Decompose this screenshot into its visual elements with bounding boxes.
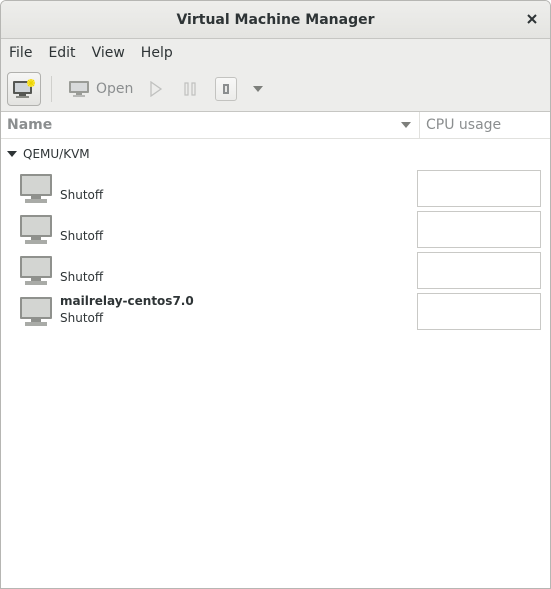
shutdown-frame: [215, 77, 238, 101]
sort-down-icon: [401, 122, 411, 128]
name-column-header[interactable]: Name: [1, 112, 420, 138]
vm-row[interactable]: mailrelay-centos7.0 Shutoff: [1, 292, 550, 333]
cpu-usage-graph: [417, 293, 541, 330]
expander-down-icon[interactable]: [7, 151, 17, 157]
shutdown-icon: [223, 84, 230, 94]
vm-monitor-icon: [20, 297, 52, 326]
menu-view[interactable]: View: [84, 45, 133, 61]
connection-row[interactable]: QEMU/KVM: [1, 139, 550, 169]
vm-monitor-icon: [20, 215, 52, 244]
vm-row[interactable]: Shutoff: [1, 169, 550, 210]
run-button[interactable]: [139, 73, 173, 105]
cpu-usage-graph: [417, 170, 541, 207]
new-vm-button[interactable]: [7, 72, 41, 106]
play-icon: [150, 81, 163, 97]
vm-status: Shutoff: [60, 311, 104, 325]
vm-name: mailrelay-centos7.0: [60, 294, 194, 308]
open-label: Open: [96, 81, 134, 97]
toolbar: Open: [1, 67, 550, 112]
chevron-down-icon: [253, 86, 264, 92]
menu-help[interactable]: Help: [133, 45, 181, 61]
cpu-column-label: CPU usage: [426, 117, 502, 133]
vm-list: QEMU/KVM Shutoff Shutoff Shutoff mailrel…: [1, 139, 550, 333]
menu-bar: File Edit View Help: [1, 39, 550, 67]
vm-status: Shutoff: [60, 270, 104, 284]
cpu-column-header[interactable]: CPU usage: [420, 112, 550, 138]
menu-edit[interactable]: Edit: [40, 45, 83, 61]
vm-monitor-icon: [20, 174, 52, 203]
close-button[interactable]: [522, 9, 542, 29]
pause-icon: [184, 82, 197, 96]
column-header: Name CPU usage: [1, 112, 550, 139]
vm-monitor-icon: [20, 256, 52, 285]
vm-row[interactable]: Shutoff: [1, 251, 550, 292]
toolbar-separator: [51, 76, 52, 102]
connection-label: QEMU/KVM: [23, 147, 90, 161]
name-column-label: Name: [7, 117, 53, 133]
vm-status: Shutoff: [60, 229, 104, 243]
monitor-icon: [69, 81, 89, 97]
menu-file[interactable]: File: [1, 45, 40, 61]
vmm-window: Virtual Machine Manager File Edit View H…: [0, 0, 551, 589]
open-button[interactable]: Open: [62, 73, 139, 105]
cpu-usage-graph: [417, 252, 541, 289]
window-title: Virtual Machine Manager: [176, 11, 375, 28]
cpu-usage-graph: [417, 211, 541, 248]
shutdown-button[interactable]: [207, 73, 245, 105]
title-bar[interactable]: Virtual Machine Manager: [1, 1, 550, 39]
vm-row[interactable]: Shutoff: [1, 210, 550, 251]
new-vm-icon: [13, 79, 35, 98]
close-icon: [527, 14, 537, 24]
pause-button[interactable]: [173, 73, 207, 105]
shutdown-menu-button[interactable]: [245, 73, 271, 105]
vm-status: Shutoff: [60, 188, 104, 202]
